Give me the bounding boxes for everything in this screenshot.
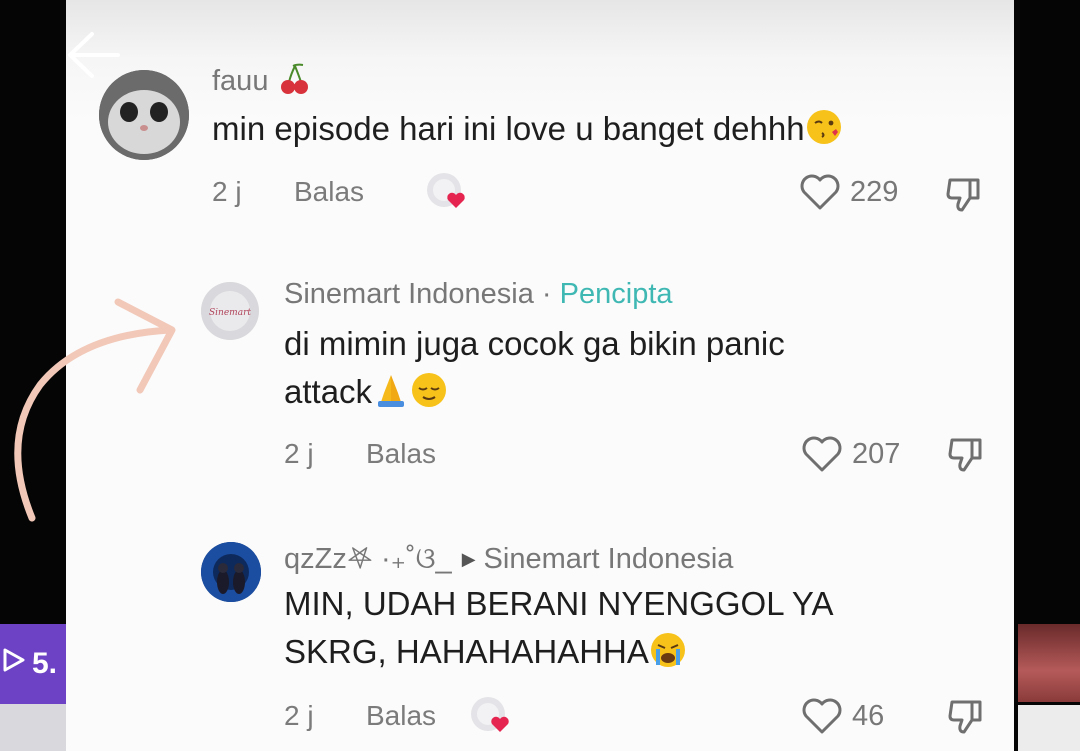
username-text: qzZz𖤐 ·₊˚ଓ_ — [284, 543, 452, 575]
comment-time: 2 j — [284, 700, 314, 731]
dislike-button[interactable] — [944, 432, 988, 481]
comment-time: 2 j — [212, 176, 242, 207]
creator-liked-icon — [470, 696, 510, 736]
video-thumbnail[interactable] — [1018, 705, 1080, 751]
back-arrow-icon[interactable] — [64, 28, 124, 82]
thumbs-down-icon — [948, 700, 982, 734]
relieved-face-icon — [410, 373, 448, 410]
comment-text: min episode hari ini love u banget dehhh — [212, 105, 843, 153]
like-button[interactable]: 229 — [798, 172, 898, 212]
username[interactable]: Sinemart Indonesia · Pencipta — [284, 278, 673, 311]
cherry-icon — [277, 63, 311, 97]
folded-hands-icon — [372, 373, 410, 410]
username[interactable]: qzZz𖤐 ·₊˚ଓ_ ▶ Sinemart Indonesia — [284, 538, 733, 577]
username[interactable]: fauu — [212, 62, 311, 98]
heart-outline-icon — [802, 698, 842, 734]
creator-liked-icon — [426, 172, 466, 212]
avatar[interactable]: Sinemart — [201, 282, 259, 340]
separator: · — [533, 278, 560, 310]
creator-badge: Pencipta — [559, 278, 673, 310]
comment-text-line: attack — [284, 373, 373, 410]
video-thumbnail[interactable] — [1018, 624, 1080, 702]
reply-to-username[interactable]: Sinemart Indonesia — [484, 543, 734, 575]
comment-time: 2 j — [284, 438, 314, 469]
play-count: 5. — [32, 647, 58, 680]
avatar[interactable] — [201, 542, 261, 602]
reply-button[interactable]: Balas — [366, 438, 436, 470]
thumbs-down-icon — [946, 178, 980, 212]
crying-face-icon — [649, 633, 687, 670]
comment-text: MIN, UDAH BERANI NYENGGOL YA SKRG, HAHAH… — [284, 580, 834, 676]
like-button[interactable]: 46 — [800, 696, 884, 736]
heart-outline-icon — [802, 436, 842, 472]
comment-text-line: SKRG, HAHAHAHAHHA — [284, 633, 649, 670]
thumbs-down-icon — [948, 438, 982, 472]
play-count-badge[interactable]: 5. — [0, 624, 66, 704]
dislike-button[interactable] — [944, 694, 988, 743]
like-count: 207 — [852, 437, 901, 470]
svg-text:Sinemart: Sinemart — [209, 308, 251, 318]
like-button[interactable]: 207 — [800, 434, 900, 474]
comment-text-line: MIN, UDAH BERANI NYENGGOL YA — [284, 585, 834, 622]
like-count: 229 — [850, 175, 899, 208]
username-text: fauu — [212, 65, 269, 97]
like-count: 46 — [852, 699, 885, 732]
reply-button[interactable]: Balas — [366, 700, 436, 732]
video-thumbnail[interactable] — [0, 704, 66, 751]
comment-text: di mimin juga cocok ga bikin panic attac… — [284, 320, 785, 416]
comment-text-content: min episode hari ini love u banget dehhh — [212, 110, 805, 147]
reply-arrow-icon: ▶ — [461, 549, 476, 569]
comment-text-line: di mimin juga cocok ga bikin panic — [284, 325, 785, 362]
comment-panel: fauu min episode hari ini love u banget … — [66, 0, 1014, 751]
reply-button[interactable]: Balas — [294, 176, 364, 208]
username-text: Sinemart Indonesia — [284, 278, 534, 310]
kissing-emoji-icon — [805, 110, 843, 147]
avatar[interactable] — [99, 70, 189, 160]
heart-outline-icon — [800, 174, 840, 210]
dislike-button[interactable] — [942, 172, 986, 221]
play-icon — [2, 647, 26, 681]
